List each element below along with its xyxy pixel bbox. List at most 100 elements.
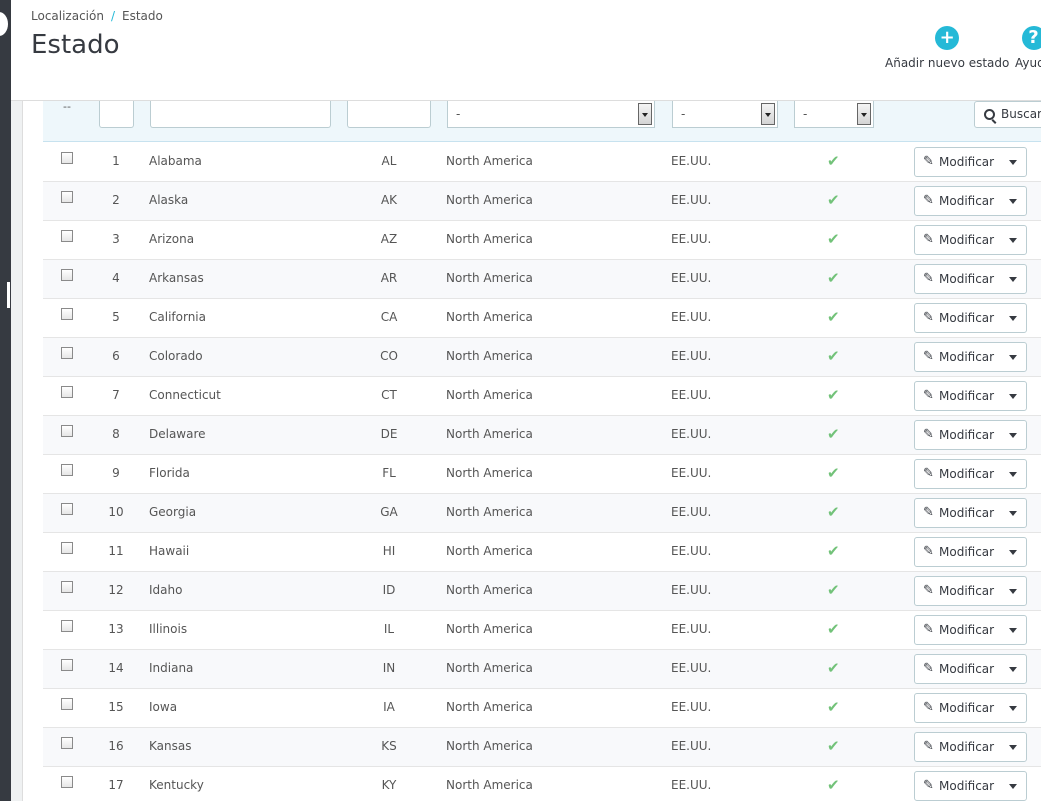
- actions-dropdown-toggle[interactable]: [999, 655, 1027, 683]
- table-row[interactable]: 8 Delaware DE North America EE.UU. ✔ ✎ Modifica…: [43, 416, 1041, 455]
- table-row[interactable]: 3 Arizona AZ North America EE.UU. ✔ ✎ Modificar: [43, 221, 1041, 260]
- row-checkbox[interactable]: [61, 659, 73, 671]
- edit-button[interactable]: ✎ Modificar: [915, 148, 999, 176]
- row-checkbox[interactable]: [61, 542, 73, 554]
- check-icon[interactable]: ✔: [827, 347, 840, 365]
- check-icon[interactable]: ✔: [827, 230, 840, 248]
- actions-dropdown-toggle[interactable]: [999, 616, 1027, 644]
- table-row[interactable]: 4 Arkansas AR North America EE.UU. ✔ ✎ Modifica…: [43, 260, 1041, 299]
- table-row[interactable]: 12 Idaho ID North America EE.UU. ✔ ✎ Modificar: [43, 572, 1041, 611]
- check-icon[interactable]: ✔: [827, 425, 840, 443]
- help-button[interactable]: ? Ayuda: [1015, 26, 1041, 70]
- table-row[interactable]: 10 Georgia GA North America EE.UU. ✔ ✎ Modifica…: [43, 494, 1041, 533]
- check-icon[interactable]: ✔: [827, 152, 840, 170]
- filter-country-select[interactable]: -: [672, 101, 778, 128]
- check-icon[interactable]: ✔: [827, 698, 840, 716]
- check-icon[interactable]: ✔: [827, 620, 840, 638]
- table-row[interactable]: 11 Hawaii HI North America EE.UU. ✔ ✎ Modificar: [43, 533, 1041, 572]
- actions-dropdown-toggle[interactable]: [999, 538, 1027, 566]
- check-icon[interactable]: ✔: [827, 542, 840, 560]
- sidebar-toggle-icon[interactable]: [0, 12, 8, 36]
- edit-button[interactable]: ✎ Modificar: [915, 343, 999, 371]
- actions-dropdown-toggle[interactable]: [999, 148, 1027, 176]
- edit-button[interactable]: ✎ Modificar: [915, 499, 999, 527]
- row-checkbox[interactable]: [61, 269, 73, 281]
- check-icon[interactable]: ✔: [827, 581, 840, 599]
- actions-dropdown-toggle[interactable]: [999, 187, 1027, 215]
- row-checkbox[interactable]: [61, 347, 73, 359]
- edit-button[interactable]: ✎ Modificar: [915, 577, 999, 605]
- check-icon[interactable]: ✔: [827, 308, 840, 326]
- table-row[interactable]: 16 Kansas KS North America EE.UU. ✔ ✎ Modificar: [43, 728, 1041, 767]
- check-icon[interactable]: ✔: [827, 269, 840, 287]
- check-icon[interactable]: ✔: [827, 659, 840, 677]
- filter-name-input[interactable]: [150, 101, 331, 128]
- table-row[interactable]: 2 Alaska AK North America EE.UU. ✔ ✎ Modificar: [43, 182, 1041, 221]
- row-checkbox[interactable]: [61, 425, 73, 437]
- actions-dropdown-toggle[interactable]: [999, 694, 1027, 722]
- row-checkbox[interactable]: [61, 620, 73, 632]
- row-checkbox[interactable]: [61, 464, 73, 476]
- actions-dropdown-toggle[interactable]: [999, 304, 1027, 332]
- filter-zone-select[interactable]: -: [447, 101, 655, 128]
- filter-row: -- - - - Buscar: [43, 101, 1041, 142]
- actions-dropdown-toggle[interactable]: [999, 772, 1027, 800]
- row-checkbox[interactable]: [61, 737, 73, 749]
- edit-button[interactable]: ✎ Modificar: [915, 265, 999, 293]
- add-new-state-button[interactable]: + Añadir nuevo estado: [885, 26, 1009, 70]
- actions-dropdown-toggle[interactable]: [999, 421, 1027, 449]
- table-row[interactable]: 14 Indiana IN North America EE.UU. ✔ ✎ Modifica…: [43, 650, 1041, 689]
- table-row[interactable]: 5 California CA North America EE.UU. ✔ ✎ Modifi…: [43, 299, 1041, 338]
- actions-dropdown-toggle[interactable]: [999, 499, 1027, 527]
- row-checkbox[interactable]: [61, 503, 73, 515]
- edit-button[interactable]: ✎ Modificar: [915, 733, 999, 761]
- row-checkbox[interactable]: [61, 230, 73, 242]
- edit-button[interactable]: ✎ Modificar: [915, 460, 999, 488]
- actions-dropdown-toggle[interactable]: [999, 382, 1027, 410]
- edit-button[interactable]: ✎ Modificar: [915, 655, 999, 683]
- table-row[interactable]: 13 Illinois IL North America EE.UU. ✔ ✎ Modific…: [43, 611, 1041, 650]
- edit-button[interactable]: ✎ Modificar: [915, 226, 999, 254]
- actions-dropdown-toggle[interactable]: [999, 265, 1027, 293]
- check-icon[interactable]: ✔: [827, 776, 840, 794]
- row-checkbox[interactable]: [61, 152, 73, 164]
- edit-button[interactable]: ✎ Modificar: [915, 421, 999, 449]
- actions-dropdown-toggle[interactable]: [999, 733, 1027, 761]
- edit-button[interactable]: ✎ Modificar: [915, 772, 999, 800]
- row-checkbox[interactable]: [61, 308, 73, 320]
- check-icon[interactable]: ✔: [827, 191, 840, 209]
- table-row[interactable]: 6 Colorado CO North America EE.UU. ✔ ✎ Modifica…: [43, 338, 1041, 377]
- actions-dropdown-toggle[interactable]: [999, 343, 1027, 371]
- row-checkbox[interactable]: [61, 698, 73, 710]
- row-checkbox[interactable]: [61, 386, 73, 398]
- actions-dropdown-toggle[interactable]: [999, 577, 1027, 605]
- search-button[interactable]: Buscar: [974, 101, 1041, 128]
- filter-id-input[interactable]: [99, 101, 134, 128]
- edit-button[interactable]: ✎ Modificar: [915, 304, 999, 332]
- check-icon[interactable]: ✔: [827, 737, 840, 755]
- edit-button[interactable]: ✎ Modificar: [915, 616, 999, 644]
- table-row[interactable]: 1 Alabama AL North America EE.UU. ✔ ✎ Modificar: [43, 143, 1041, 182]
- filter-status-select[interactable]: -: [794, 101, 874, 128]
- check-icon[interactable]: ✔: [827, 386, 840, 404]
- row-checkbox[interactable]: [61, 191, 73, 203]
- check-icon[interactable]: ✔: [827, 464, 840, 482]
- table-row[interactable]: 17 Kentucky KY North America EE.UU. ✔ ✎ Modific…: [43, 767, 1041, 801]
- pencil-icon: ✎: [923, 466, 934, 481]
- edit-button[interactable]: ✎ Modificar: [915, 694, 999, 722]
- actions-dropdown-toggle[interactable]: [999, 460, 1027, 488]
- table-row[interactable]: 7 Connecticut CT North America EE.UU. ✔ ✎ Modif…: [43, 377, 1041, 416]
- row-actions: ✎ Modificar: [914, 147, 1027, 177]
- edit-button[interactable]: ✎ Modificar: [915, 187, 999, 215]
- actions-dropdown-toggle[interactable]: [999, 226, 1027, 254]
- check-icon[interactable]: ✔: [827, 503, 840, 521]
- table-row[interactable]: 9 Florida FL North America EE.UU. ✔ ✎ Modificar: [43, 455, 1041, 494]
- row-checkbox[interactable]: [61, 581, 73, 593]
- edit-button[interactable]: ✎ Modificar: [915, 382, 999, 410]
- table-row[interactable]: 15 Iowa IA North America EE.UU. ✔ ✎ Modificar: [43, 689, 1041, 728]
- breadcrumb-parent[interactable]: Localización: [31, 9, 104, 23]
- row-checkbox[interactable]: [61, 776, 73, 788]
- filter-iso-input[interactable]: [347, 101, 431, 128]
- edit-button[interactable]: ✎ Modificar: [915, 538, 999, 566]
- help-circle-icon: ?: [1021, 26, 1041, 50]
